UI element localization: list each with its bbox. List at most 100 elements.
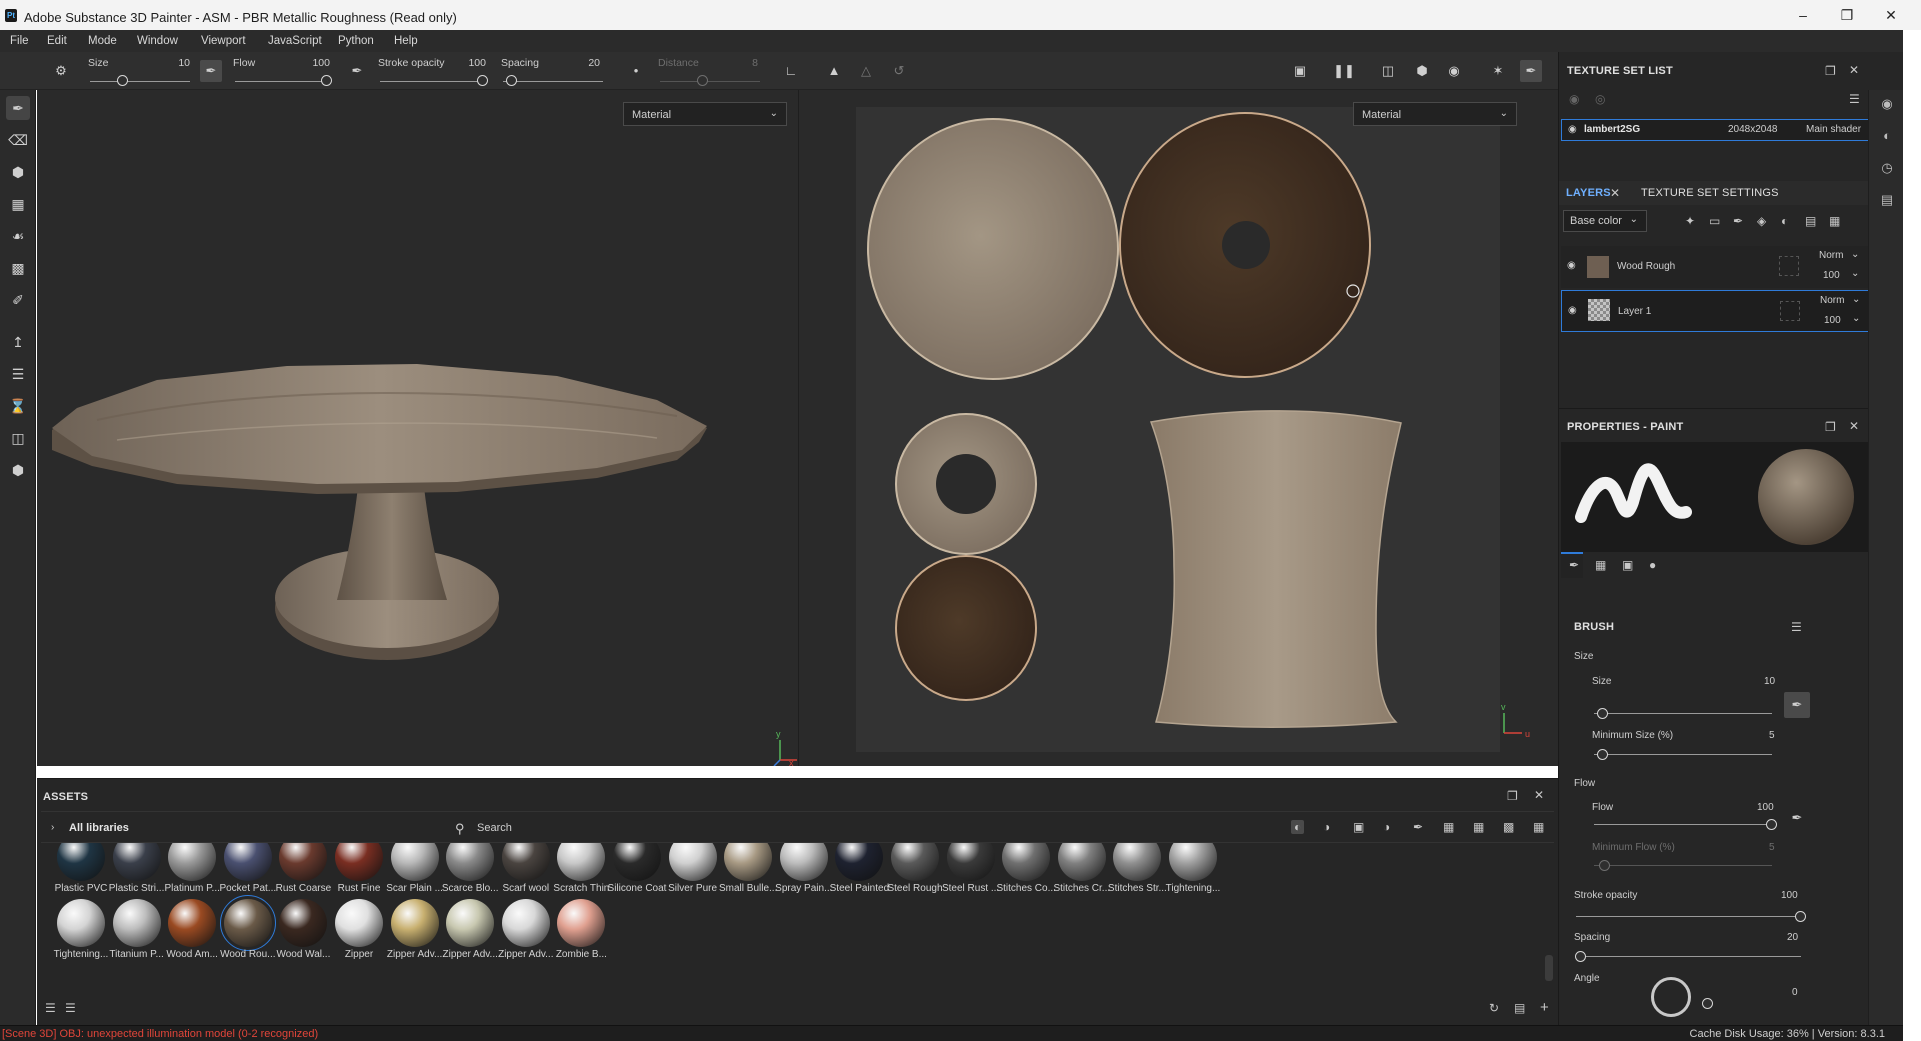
add-folder-icon[interactable]: ▤ xyxy=(1805,214,1816,228)
asset-row2-thumb-6[interactable] xyxy=(390,899,439,947)
maximize-icon[interactable]: ❐ xyxy=(1827,4,1867,26)
log-icon[interactable]: ▤ xyxy=(1877,190,1897,210)
asset-row1-thumb-17[interactable] xyxy=(1002,843,1051,881)
grid-view-icon[interactable]: ▦ xyxy=(1533,820,1544,834)
asset-row1-thumb-9[interactable] xyxy=(557,843,606,881)
float-panel-icon[interactable]: ❐ xyxy=(1825,64,1836,78)
paint-brush-tool-icon[interactable]: ✒ xyxy=(6,96,30,120)
symmetry-icon[interactable]: ▲ xyxy=(823,60,845,82)
asset-row2-thumb-2[interactable] xyxy=(168,899,217,947)
asset-row1-thumb-14[interactable] xyxy=(835,843,884,881)
asset-row2-thumb-1[interactable] xyxy=(112,899,161,947)
asset-row1-thumb-19[interactable] xyxy=(1113,843,1162,881)
prop-angle-value[interactable]: 0 xyxy=(1792,987,1798,998)
history-icon[interactable]: ⌛ xyxy=(6,394,30,418)
visibility-all-icon[interactable]: ◉ xyxy=(1569,92,1579,106)
export-icon[interactable]: ↥ xyxy=(6,330,30,354)
filter-materials-icon[interactable]: ◐ xyxy=(1291,820,1305,834)
asset-row2-thumb-5[interactable] xyxy=(335,899,383,947)
prop-spacing-value[interactable]: 20 xyxy=(1787,932,1798,943)
pen-pressure-size-icon[interactable]: ✒ xyxy=(200,60,222,82)
table-3d-model[interactable]: y x xyxy=(37,90,798,766)
tab-texture-set-settings[interactable]: TEXTURE SET SETTINGS xyxy=(1641,187,1779,199)
add-asset-icon[interactable]: + xyxy=(1540,999,1549,1016)
asset-row2-thumb-9[interactable] xyxy=(557,899,606,947)
menu-python[interactable]: Python xyxy=(338,35,374,47)
uv-texture-sheet[interactable] xyxy=(856,107,1500,752)
angle-dial[interactable] xyxy=(1651,977,1691,1017)
asset-row1-thumb-10[interactable] xyxy=(613,843,661,881)
texture-set-item[interactable]: ◉ lambert2SG 2048x2048 Main shader xyxy=(1561,119,1887,141)
paint-mode-icon[interactable]: ✒ xyxy=(1520,60,1542,82)
display-settings-icon[interactable]: ⬢ xyxy=(6,458,30,482)
asset-row1-thumb-2[interactable] xyxy=(168,843,217,881)
shelf-icon[interactable]: ◫ xyxy=(6,426,30,450)
flow-slider-track[interactable] xyxy=(235,81,331,82)
alpha-tab-icon[interactable]: ▦ xyxy=(1595,558,1606,572)
color-picker-tool-icon[interactable]: ✐ xyxy=(6,288,30,312)
filter-list-icon[interactable]: ☰ xyxy=(45,1001,56,1015)
filter-smart-materials-icon[interactable]: ◑ xyxy=(1323,820,1330,834)
blend-mode[interactable]: Norm xyxy=(1820,295,1844,306)
clone-tool-icon[interactable]: ▩ xyxy=(6,256,30,280)
menu-edit[interactable]: Edit xyxy=(47,35,67,47)
menu-mode[interactable]: Mode xyxy=(88,35,117,47)
asset-row1-thumb-13[interactable] xyxy=(779,843,828,881)
prop-spacing-slider-knob[interactable] xyxy=(1574,951,1586,962)
layer-opacity[interactable]: 100 xyxy=(1823,270,1840,281)
filter-grids-icon[interactable]: ▦ xyxy=(1473,820,1484,834)
line-mode-icon[interactable]: ∟ xyxy=(780,60,802,82)
pen-pressure-icon[interactable]: ✒ xyxy=(1786,807,1808,829)
display-mode-icon[interactable]: ⬢ xyxy=(1411,60,1433,82)
prop-min-size-slider-knob[interactable] xyxy=(1596,749,1608,760)
close-panel-icon[interactable]: ✕ xyxy=(1534,788,1544,802)
prop-angle-slider-knob[interactable] xyxy=(1702,998,1713,1009)
history-panel-icon[interactable]: ◷ xyxy=(1877,158,1897,178)
add-paint-layer-icon[interactable]: ✒ xyxy=(1733,214,1743,228)
prop-stroke-opacity-slider[interactable] xyxy=(1576,916,1801,917)
float-panel-icon[interactable]: ❐ xyxy=(1507,789,1518,803)
size-slider-knob[interactable] xyxy=(117,75,128,86)
asset-row1-thumb-16[interactable] xyxy=(946,843,995,881)
prop-flow-slider[interactable] xyxy=(1594,824,1772,825)
blend-mode[interactable]: Norm xyxy=(1819,250,1843,261)
stroke-opacity-slider-track[interactable] xyxy=(380,81,486,82)
stencil-tab-icon[interactable]: ▣ xyxy=(1622,558,1633,572)
menu-javascript[interactable]: JavaScript xyxy=(268,35,322,47)
layer-row-wood-rough[interactable]: ◉ Wood Rough Norm ⌄ 100 ⌄ xyxy=(1561,246,1887,288)
filter-brushes-icon[interactable]: ✒ xyxy=(1413,820,1423,834)
prop-min-size-slider[interactable] xyxy=(1594,754,1772,755)
asset-row2-thumb-3[interactable] xyxy=(219,895,276,951)
layer-row-layer-1[interactable]: ◉ Layer 1 Norm ⌄ 100 ⌄ xyxy=(1561,290,1887,332)
split-view-icon[interactable]: ◫ xyxy=(1377,60,1399,82)
pen-pressure-flow-icon[interactable]: ✒ xyxy=(346,60,368,82)
asset-row1-thumb-5[interactable] xyxy=(335,843,383,881)
size-slider-track[interactable] xyxy=(90,81,190,82)
menu-help[interactable]: Help xyxy=(394,35,418,47)
prop-size-slider-knob[interactable] xyxy=(1596,708,1608,719)
library-selector[interactable]: All libraries xyxy=(69,822,129,834)
add-smart-material-icon[interactable]: ◐ xyxy=(1781,214,1788,228)
menu-window[interactable]: Window xyxy=(137,35,178,47)
asset-row1-thumb-1[interactable] xyxy=(112,843,161,881)
lazy-mouse-icon[interactable]: • xyxy=(625,60,647,82)
asset-row1-thumb-3[interactable] xyxy=(223,843,272,881)
prop-stroke-opacity-value[interactable]: 100 xyxy=(1781,890,1798,901)
bake-icon[interactable]: ☰ xyxy=(6,362,30,386)
close-icon[interactable]: ✕ xyxy=(1871,4,1911,26)
filter-masks-icon[interactable]: ▣ xyxy=(1353,820,1364,834)
asset-row2-thumb-8[interactable] xyxy=(501,899,550,947)
environment-icon[interactable]: ◐ xyxy=(1877,126,1897,146)
add-fill-layer-icon[interactable]: ◈ xyxy=(1757,214,1766,228)
smudge-tool-icon[interactable]: ☙ xyxy=(6,224,30,248)
asset-row2-thumb-4[interactable] xyxy=(279,899,328,947)
delete-layer-icon[interactable]: ▦ xyxy=(1829,214,1840,228)
eye-icon[interactable]: ◉ xyxy=(1568,124,1577,135)
layer-opacity[interactable]: 100 xyxy=(1824,315,1841,326)
prop-size-value[interactable]: 10 xyxy=(1764,676,1775,687)
eraser-tool-icon[interactable]: ⌫ xyxy=(6,128,30,152)
chevron-right-icon[interactable]: › xyxy=(51,822,54,833)
brush-tab-icon[interactable]: ✒ xyxy=(1569,558,1579,572)
eye-icon[interactable]: ◉ xyxy=(1567,260,1576,271)
asset-row1-thumb-11[interactable] xyxy=(668,843,717,881)
